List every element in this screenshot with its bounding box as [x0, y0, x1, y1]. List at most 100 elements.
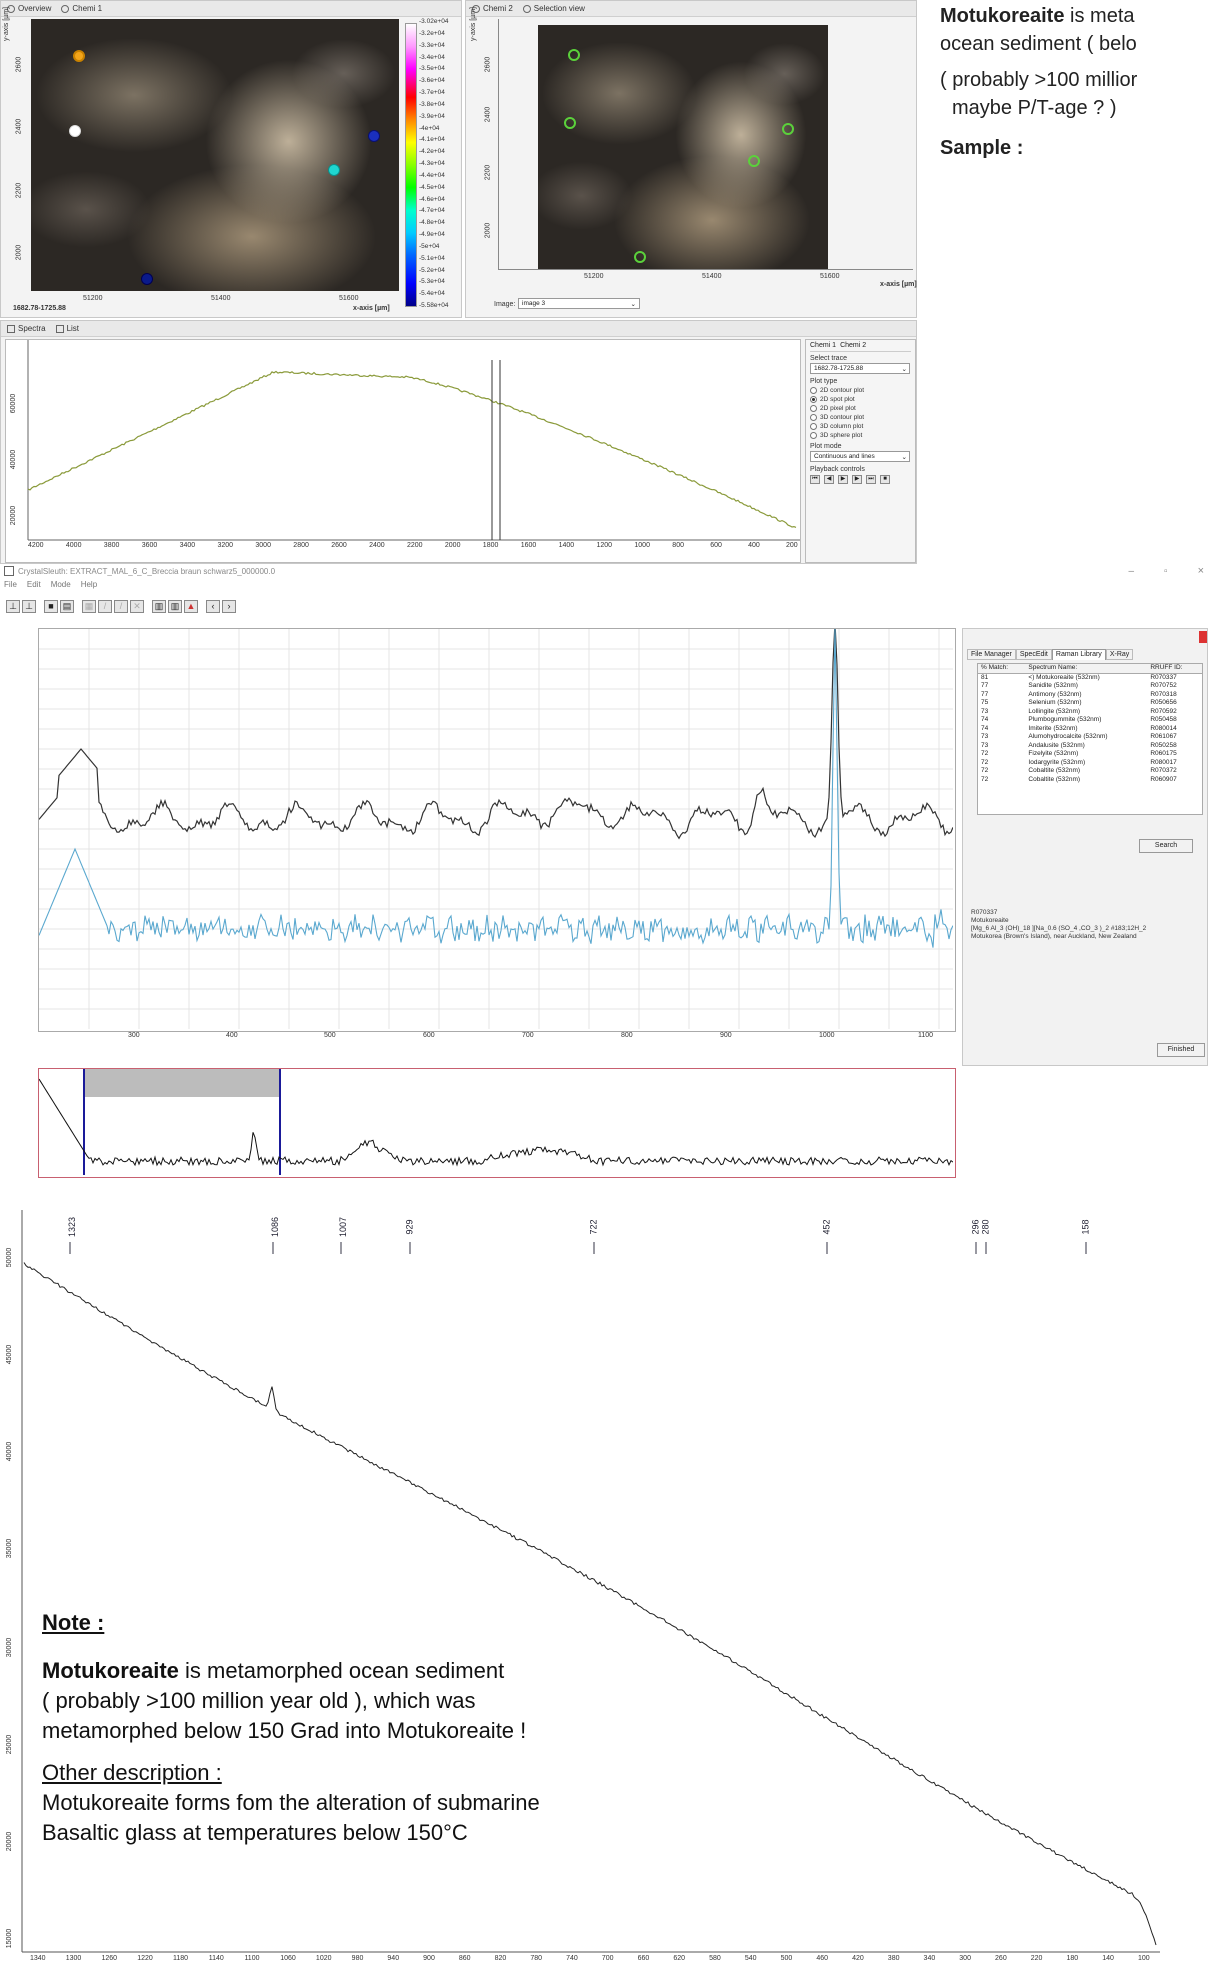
spectra-plot[interactable]: 60000 40000 20000 4200 4000 3800 3600 3400 32… [5, 339, 801, 563]
menu-file[interactable]: File [4, 580, 17, 589]
plot-type-option[interactable]: 3D column plot [810, 423, 911, 430]
table-row[interactable]: 74 Imiterite (532nm) R080014 [978, 725, 1202, 734]
select-trace-dropdown[interactable]: 1682.78-1725.88 ⌄ [810, 363, 910, 374]
table-cell: 72 [981, 767, 989, 774]
tab-overview[interactable]: Overview [7, 4, 51, 13]
tab-xray[interactable]: X-Ray [1105, 649, 1134, 660]
spot-marker[interactable] [69, 125, 81, 137]
x-tick: 220 [1030, 1955, 1043, 1962]
tab-chemi1[interactable]: Chemi 1 [61, 4, 102, 13]
spot-marker[interactable] [141, 273, 153, 285]
spectrum-icon[interactable]: ⊥ [6, 600, 20, 613]
menu-mode[interactable]: Mode [51, 580, 71, 589]
table-row[interactable]: 73 Alumohydrocalcite (532nm) R061067 [978, 733, 1202, 742]
note-box: Note : Motukoreaite is metamorphed ocean… [42, 1608, 722, 1848]
table-row[interactable]: 72 Cobaltite (532nm) R070372 [978, 767, 1202, 776]
crystalsleuth-window: CrystalSleuth: EXTRACT_MAL_6_C_Breccia b… [0, 564, 1208, 1180]
spectrum-multi-icon[interactable]: ⊥ [22, 600, 36, 613]
spot-marker[interactable] [73, 50, 85, 62]
image-select[interactable]: image 3 ⌄ [518, 298, 640, 309]
tab-selection-view[interactable]: Selection view [522, 4, 585, 13]
tab-chemi1-control[interactable]: Chemi 1 [810, 342, 836, 349]
menu-help[interactable]: Help [81, 580, 97, 589]
spot-marker[interactable] [328, 164, 340, 176]
overview-plot[interactable] [38, 1068, 956, 1178]
table-cell: 77 [981, 682, 989, 689]
plot-mode-dropdown[interactable]: Continuous and lines ⌄ [810, 451, 910, 462]
save-icon[interactable]: ■ [44, 600, 58, 613]
selection-circle[interactable] [634, 251, 646, 263]
raman-plot[interactable] [38, 628, 956, 1032]
plot-controls: Chemi 1 Chemi 2 Select trace 1682.78-172… [805, 339, 916, 563]
y-tick: 20000 [10, 505, 18, 526]
chevron-left-icon[interactable]: ‹ [206, 600, 220, 613]
playback-stop-button[interactable]: ■ [880, 475, 890, 484]
cross-icon[interactable]: ✕ [130, 600, 144, 613]
selection-circle[interactable] [564, 117, 576, 129]
x-tick: 3200 [217, 542, 234, 549]
print-icon[interactable]: ▤ [60, 600, 74, 613]
col-match[interactable]: % Match: [978, 664, 1026, 674]
microscope-image[interactable] [31, 19, 399, 291]
col-spectrum-name[interactable]: Spectrum Name: [1025, 664, 1148, 674]
tab-list[interactable]: List [55, 324, 79, 333]
selection-circle[interactable] [748, 155, 760, 167]
x-tick: 2200 [407, 542, 423, 549]
table-row[interactable]: 73 Andalusite (532nm) R050258 [978, 742, 1202, 751]
peak-icon[interactable]: ▲ [184, 600, 198, 613]
finished-button[interactable]: Finished [1157, 1043, 1205, 1057]
playback-prev-button[interactable]: ◀ [824, 475, 834, 484]
x-tick: 180 [1066, 1955, 1079, 1962]
close-icon[interactable] [1199, 631, 1207, 643]
tab-spectra[interactable]: Spectra [7, 324, 46, 333]
table-row[interactable]: 72 Cobaltite (532nm) R060907 [978, 776, 1202, 785]
close-button[interactable]: × [1198, 565, 1204, 577]
spot-marker[interactable] [368, 130, 380, 142]
tab-file-manager[interactable]: File Manager [967, 649, 1016, 660]
playback-last-button[interactable]: ⏭ [866, 475, 876, 484]
table-row[interactable]: 81 <) Motukoreaite (532nm) R070337 [978, 673, 1202, 682]
menu-edit[interactable]: Edit [27, 580, 41, 589]
col-rruff-id[interactable]: RRUFF ID: [1147, 664, 1202, 674]
edit-icon[interactable]: ▦ [82, 600, 96, 613]
bottom-spectrum-chart[interactable]: 1323 1086 1007 929 722 452 296 280 158 50000 4500… [0, 1210, 1208, 1966]
tab-specedit[interactable]: SpecEdit [1015, 649, 1052, 660]
selection-circle[interactable] [782, 123, 794, 135]
tab-chemi2[interactable]: Chemi 2 [472, 4, 513, 13]
x-tick: 1100 [244, 1955, 260, 1962]
table-row[interactable]: 73 Lollingite (532nm) R070592 [978, 708, 1202, 717]
playback-first-button[interactable]: ⏮ [810, 475, 820, 484]
chart-icon[interactable]: ▥ [152, 600, 166, 613]
playback-play-button[interactable]: ▶ [838, 475, 848, 484]
table-row[interactable]: 72 Fizelyite (532nm) R060175 [978, 750, 1202, 759]
selection-image[interactable] [538, 25, 828, 269]
y-tick: 45000 [6, 1344, 14, 1365]
plot-type-option[interactable]: 2D contour plot [810, 387, 911, 394]
selection-circle[interactable] [568, 49, 580, 61]
list-icon [55, 324, 64, 333]
plot-type-option[interactable]: 2D pixel plot [810, 405, 911, 412]
colorbar-label: -4.3e+04 [419, 160, 445, 167]
plot-type-label: Plot type [810, 378, 838, 385]
brush-icon[interactable]: / [114, 600, 128, 613]
table-row[interactable]: 77 Sanidite (532nm) R070752 [978, 682, 1202, 691]
table-row[interactable]: 75 Selenium (532nm) R050656 [978, 699, 1202, 708]
tab-raman-library[interactable]: Raman Library [1051, 649, 1106, 660]
plot-type-option[interactable]: 3D contour plot [810, 414, 911, 421]
plot-type-option[interactable]: 2D spot plot [810, 396, 911, 403]
chevron-right-icon[interactable]: › [222, 600, 236, 613]
table-row[interactable]: 74 Plumbogummite (532nm) R050458 [978, 716, 1202, 725]
playback-next-button[interactable]: ▶ [852, 475, 862, 484]
chart-compare-icon[interactable]: ▥ [168, 600, 182, 613]
plot-type-option[interactable]: 3D sphere plot [810, 432, 911, 439]
table-row[interactable]: 77 Antimony (532nm) R070318 [978, 691, 1202, 700]
table-row[interactable]: 72 Iodargyrite (532nm) R080017 [978, 759, 1202, 768]
table-cell: Iodargyrite (532nm) [1028, 758, 1086, 766]
maximize-button[interactable]: ▫ [1164, 566, 1168, 577]
minimize-button[interactable]: – [1128, 566, 1134, 577]
playback-controls: ⏮ ◀ ▶ ▶ ⏭ ■ [810, 475, 911, 484]
search-button[interactable]: Search [1139, 839, 1193, 853]
x-tick: 820 [494, 1955, 507, 1962]
pencil-icon[interactable]: / [98, 600, 112, 613]
tab-chemi2-control[interactable]: Chemi 2 [840, 342, 866, 349]
